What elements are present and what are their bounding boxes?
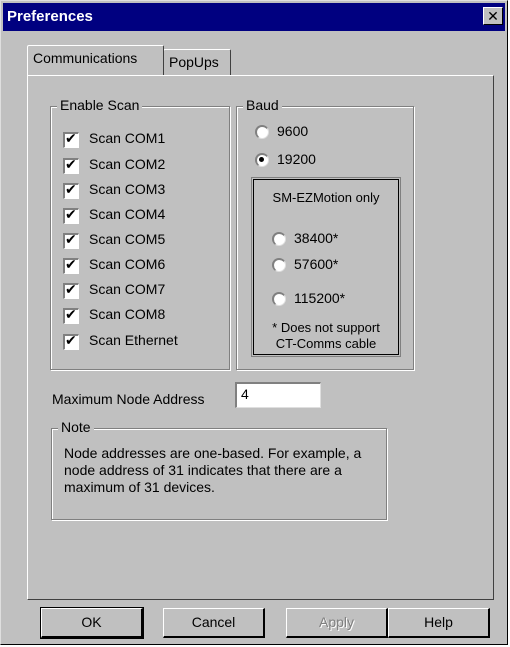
check-icon: ✔ [65, 281, 77, 297]
max-node-input[interactable]: 4 [235, 382, 321, 408]
check-icon: ✔ [65, 181, 77, 197]
checkbox-box: ✔ [63, 130, 79, 148]
baud-115200-label: 115200* [294, 290, 346, 306]
cancel-button[interactable]: Cancel [163, 608, 265, 638]
baud-38400-label: 38400* [294, 230, 339, 246]
scan-com1-label: Scan COM1 [89, 130, 166, 146]
ezmotion-footnote: * Does not support CT-Comms cable [254, 320, 398, 352]
check-icon: ✔ [65, 130, 77, 146]
close-icon: ✕ [487, 8, 499, 24]
radio-circle [255, 125, 269, 139]
scan-com3-label: Scan COM3 [89, 181, 166, 197]
note-group: Note Node addresses are one-based. For e… [51, 419, 387, 520]
scan-com5-label: Scan COM5 [89, 231, 166, 247]
max-node-label: Maximum Node Address [52, 391, 205, 407]
checkbox-box: ✔ [63, 332, 79, 350]
radio-circle [272, 292, 286, 306]
ok-button[interactable]: OK [40, 607, 144, 639]
enable-scan-group: Enable Scan ✔ Scan COM1 ✔ Scan COM2 ✔ Sc… [50, 97, 230, 370]
check-icon: ✔ [65, 332, 77, 348]
baud-19200-label: 19200 [277, 151, 316, 167]
footnote-line-2: CT-Comms cable [275, 336, 377, 351]
scan-ethernet-label: Scan Ethernet [89, 332, 178, 348]
window-title: Preferences [7, 8, 93, 25]
checkbox-box: ✔ [63, 181, 79, 199]
tab-communications[interactable]: Communications [27, 45, 164, 75]
radio-circle [272, 258, 286, 272]
note-title: Note [58, 419, 94, 435]
radio-circle [255, 153, 269, 167]
check-icon: ✔ [65, 231, 77, 247]
tab-label: Communications [33, 50, 138, 66]
apply-button[interactable]: Apply [286, 608, 388, 638]
checkbox-box: ✔ [63, 206, 79, 224]
checkbox-box: ✔ [63, 156, 79, 174]
baud-9600-label: 9600 [277, 123, 309, 139]
checkbox-box: ✔ [63, 231, 79, 249]
close-button[interactable]: ✕ [483, 7, 503, 25]
ezmotion-box: SM-EZMotion only 38400* 57600* 115200* *… [251, 177, 401, 357]
baud-57600-label: 57600* [294, 256, 339, 272]
footnote-line-1: * Does not support [272, 320, 380, 335]
help-button[interactable]: Help [388, 608, 490, 638]
check-icon: ✔ [65, 306, 77, 322]
scan-com4-label: Scan COM4 [89, 206, 166, 222]
checkbox-box: ✔ [63, 281, 79, 299]
enable-scan-title: Enable Scan [57, 97, 143, 113]
preferences-dialog: Preferences ✕ Communications PopUps Enab… [0, 0, 508, 645]
baud-title: Baud [243, 97, 282, 113]
scan-com6-label: Scan COM6 [89, 256, 166, 272]
tab-popups[interactable]: PopUps [163, 49, 231, 75]
check-icon: ✔ [65, 206, 77, 222]
scan-com8-label: Scan COM8 [89, 306, 166, 322]
ezmotion-title: SM-EZMotion only [272, 190, 380, 205]
communications-panel: Enable Scan ✔ Scan COM1 ✔ Scan COM2 ✔ Sc… [27, 75, 494, 600]
check-icon: ✔ [65, 256, 77, 272]
note-text: Node addresses are one-based. For exampl… [64, 445, 362, 495]
checkbox-box: ✔ [63, 306, 79, 324]
radio-selected-dot [259, 157, 264, 162]
tab-label: PopUps [169, 54, 219, 70]
scan-com2-label: Scan COM2 [89, 156, 166, 172]
baud-group: Baud 9600 19200 SM-EZMotion only 38400* … [236, 97, 414, 370]
radio-circle [272, 232, 286, 246]
scan-com7-label: Scan COM7 [89, 281, 166, 297]
checkbox-box: ✔ [63, 256, 79, 274]
check-icon: ✔ [65, 156, 77, 172]
title-bar[interactable]: Preferences ✕ [3, 3, 505, 31]
